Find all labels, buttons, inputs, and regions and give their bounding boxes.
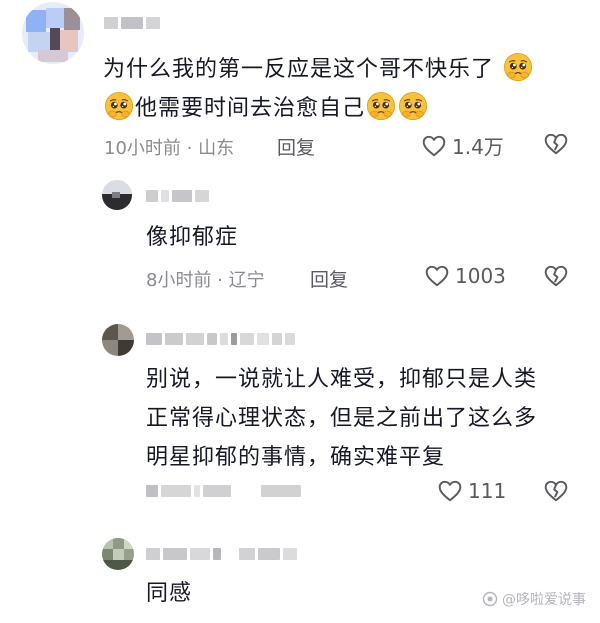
dislike-button[interactable]	[543, 263, 569, 293]
username[interactable]	[146, 548, 297, 560]
reply-button[interactable]: 回复	[277, 133, 315, 160]
reply-button[interactable]: 回复	[310, 265, 348, 292]
username[interactable]	[146, 190, 209, 202]
like-button[interactable]: 1003	[424, 263, 506, 289]
like-count: 111	[468, 479, 507, 503]
broken-heart-icon	[543, 263, 569, 289]
like-count: 1.4万	[452, 135, 504, 159]
pleading-face-emoji	[366, 91, 396, 121]
avatar[interactable]	[22, 2, 84, 64]
heart-outline-icon	[424, 263, 450, 289]
comment-text: 别说，一说就让人难受，抑郁只是人类 正常得心理状态，但是之前出了这么多 明星抑郁…	[146, 367, 538, 470]
pleading-face-emoji	[104, 91, 134, 121]
comment-text: 为什么我的第一反应是这个哥不快乐了 他需要时间去治愈自己	[103, 50, 593, 128]
watermark-logo-icon	[482, 591, 498, 607]
comment-timestamp: 10小时前 · 山东	[104, 138, 235, 159]
like-button[interactable]: 1.4万	[421, 131, 504, 160]
comment-text: 像抑郁症	[146, 225, 239, 250]
username[interactable]	[146, 333, 295, 345]
heart-outline-icon	[437, 478, 463, 504]
pleading-face-emoji	[503, 52, 533, 82]
pleading-face-emoji	[398, 91, 428, 121]
avatar[interactable]	[102, 324, 134, 356]
avatar[interactable]	[102, 538, 134, 570]
like-count: 1003	[455, 264, 506, 288]
avatar[interactable]	[102, 180, 132, 210]
comment-timestamp	[146, 485, 301, 497]
watermark: @哆啦爱说事	[482, 589, 586, 609]
heart-outline-icon	[421, 133, 447, 159]
comment-timestamp: 8小时前 · 辽宁	[146, 270, 265, 291]
broken-heart-icon	[543, 131, 569, 157]
broken-heart-icon	[543, 478, 569, 504]
username[interactable]	[104, 17, 160, 29]
like-button[interactable]: 111	[437, 478, 506, 504]
dislike-button[interactable]	[543, 131, 569, 161]
dislike-button[interactable]	[543, 478, 569, 508]
comment-text: 同感	[146, 581, 193, 606]
